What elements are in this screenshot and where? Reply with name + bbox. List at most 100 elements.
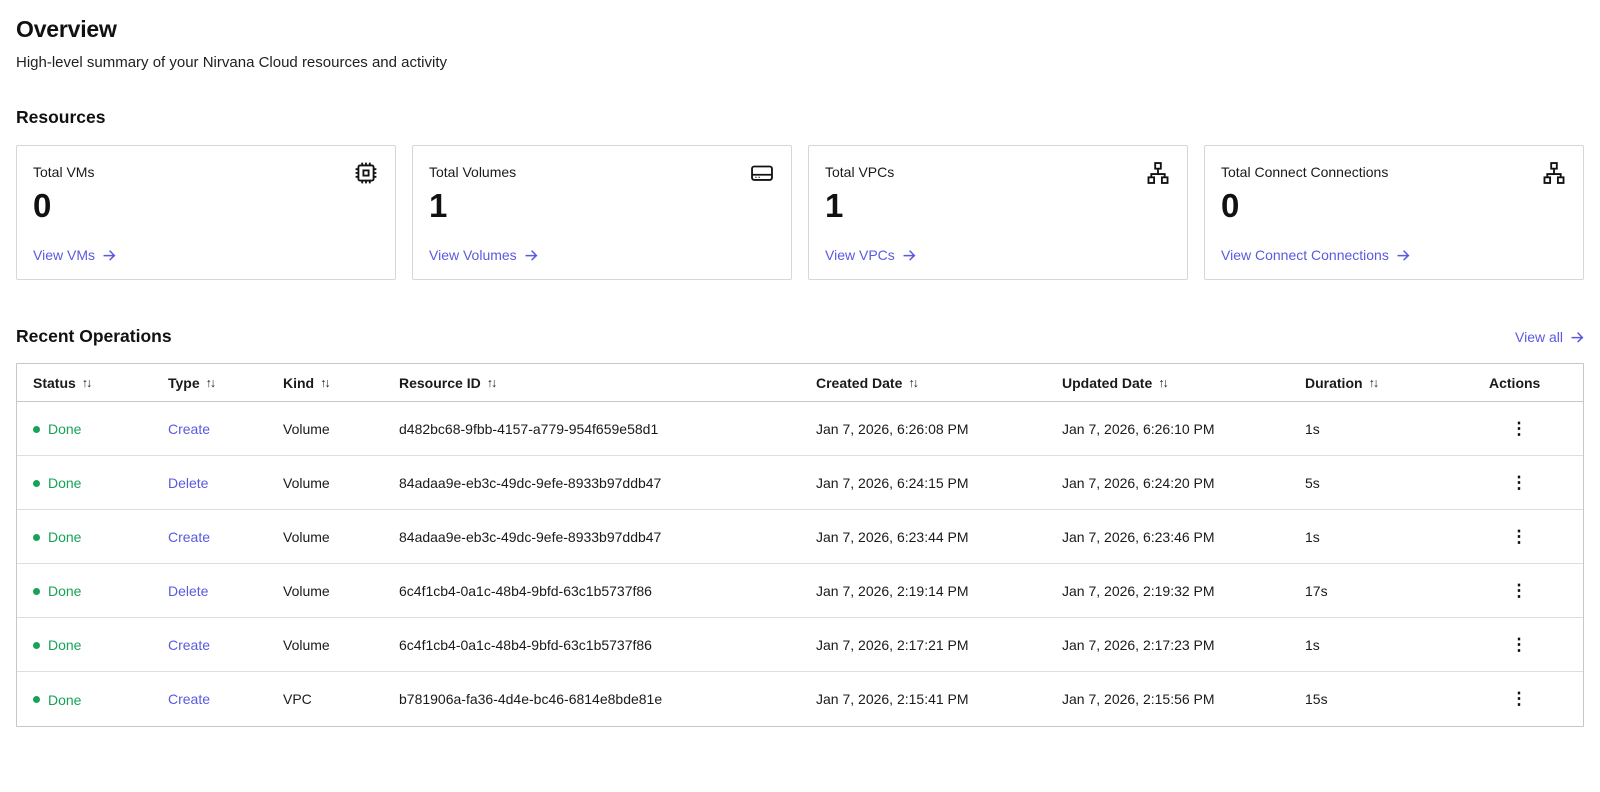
actions-cell: ⋮: [1489, 417, 1583, 441]
table-row: Done Create Volume d482bc68-9fbb-4157-a7…: [17, 402, 1583, 456]
card-value: 0: [33, 188, 379, 224]
kebab-icon: ⋮: [1511, 525, 1528, 549]
resource-cards: Total VMs 0 View VMs Total Volumes: [16, 145, 1584, 280]
actions-cell: ⋮: [1489, 687, 1583, 711]
row-actions-button[interactable]: ⋮: [1507, 471, 1531, 495]
column-header-status[interactable]: Status↑↓: [33, 375, 158, 391]
row-actions-button[interactable]: ⋮: [1507, 417, 1531, 441]
view-all-link-label: View all: [1515, 329, 1563, 345]
duration-cell: 1s: [1305, 529, 1489, 545]
status-dot-icon: [33, 480, 40, 487]
chip-icon: [353, 160, 379, 186]
table-row: Done Create Volume 6c4f1cb4-0a1c-48b4-9b…: [17, 618, 1583, 672]
kind-cell: Volume: [283, 529, 399, 545]
status-badge: Done: [33, 583, 81, 599]
resources-heading: Resources: [16, 107, 1584, 128]
status-label: Done: [48, 637, 81, 653]
created-date-cell: Jan 7, 2026, 6:24:15 PM: [816, 475, 1062, 491]
arrow-right-icon: [524, 248, 538, 262]
status-dot-icon: [33, 426, 40, 433]
duration-cell: 1s: [1305, 637, 1489, 653]
kind-cell: Volume: [283, 421, 399, 437]
view-all-link[interactable]: View all: [1515, 329, 1584, 345]
updated-date-cell: Jan 7, 2026, 6:24:20 PM: [1062, 475, 1305, 491]
sort-icon: ↑↓: [487, 376, 496, 390]
card-label: Total Connect Connections: [1221, 160, 1388, 180]
status-badge: Done: [33, 421, 81, 437]
network-icon: [1145, 160, 1171, 186]
sort-icon: ↑↓: [206, 376, 215, 390]
status-cell: Done: [17, 528, 168, 546]
column-header-created-date[interactable]: Created Date↑↓: [816, 375, 1052, 391]
status-label: Done: [48, 529, 81, 545]
column-header-duration[interactable]: Duration↑↓: [1305, 375, 1479, 391]
row-actions-button[interactable]: ⋮: [1507, 525, 1531, 549]
status-dot-icon: [33, 642, 40, 649]
table-row: Done Create Volume 84adaa9e-eb3c-49dc-9e…: [17, 510, 1583, 564]
view-vms-link-label: View VMs: [33, 247, 95, 263]
column-header-updated-date[interactable]: Updated Date↑↓: [1062, 375, 1295, 391]
status-cell: Done: [17, 582, 168, 600]
column-header-type[interactable]: Type↑↓: [168, 375, 273, 391]
status-cell: Done: [17, 690, 168, 708]
view-connect-connections-link-label: View Connect Connections: [1221, 247, 1389, 263]
kebab-icon: ⋮: [1511, 633, 1528, 657]
operation-type-link[interactable]: Delete: [168, 475, 208, 491]
created-date-cell: Jan 7, 2026, 2:15:41 PM: [816, 691, 1062, 707]
row-actions-button[interactable]: ⋮: [1507, 687, 1531, 711]
resource-id-cell: b781906a-fa36-4d4e-bc46-6814e8bde81e: [399, 691, 816, 707]
table-row: Done Create VPC b781906a-fa36-4d4e-bc46-…: [17, 672, 1583, 726]
card-value: 1: [825, 188, 1171, 224]
resource-id-cell: 6c4f1cb4-0a1c-48b4-9bfd-63c1b5737f86: [399, 583, 816, 599]
column-header-resource-id[interactable]: Resource ID↑↓: [399, 375, 806, 391]
operation-type-link[interactable]: Create: [168, 421, 210, 437]
arrow-right-icon: [102, 248, 116, 262]
actions-cell: ⋮: [1489, 633, 1583, 657]
status-dot-icon: [33, 588, 40, 595]
created-date-cell: Jan 7, 2026, 6:26:08 PM: [816, 421, 1062, 437]
view-vpcs-link[interactable]: View VPCs: [825, 247, 916, 263]
operation-type-link[interactable]: Delete: [168, 583, 208, 599]
view-volumes-link[interactable]: View Volumes: [429, 247, 538, 263]
card-total-volumes: Total Volumes 1 View Volumes: [412, 145, 792, 280]
column-header-kind[interactable]: Kind↑↓: [283, 375, 389, 391]
duration-cell: 5s: [1305, 475, 1489, 491]
operation-type-link[interactable]: Create: [168, 529, 210, 545]
arrow-right-icon: [902, 248, 916, 262]
sort-icon: ↑↓: [908, 376, 917, 390]
operation-type-link[interactable]: Create: [168, 691, 210, 707]
view-connect-connections-link[interactable]: View Connect Connections: [1221, 247, 1410, 263]
status-cell: Done: [17, 420, 168, 438]
card-total-vms: Total VMs 0 View VMs: [16, 145, 396, 280]
row-actions-button[interactable]: ⋮: [1507, 579, 1531, 603]
status-label: Done: [48, 421, 81, 437]
kebab-icon: ⋮: [1511, 687, 1528, 711]
created-date-cell: Jan 7, 2026, 2:17:21 PM: [816, 637, 1062, 653]
sort-icon: ↑↓: [320, 376, 329, 390]
view-vms-link[interactable]: View VMs: [33, 247, 116, 263]
kebab-icon: ⋮: [1511, 417, 1528, 441]
status-badge: Done: [33, 529, 81, 545]
kind-cell: Volume: [283, 637, 399, 653]
row-actions-button[interactable]: ⋮: [1507, 633, 1531, 657]
sort-icon: ↑↓: [82, 376, 91, 390]
duration-cell: 15s: [1305, 691, 1489, 707]
status-dot-icon: [33, 696, 40, 703]
duration-cell: 17s: [1305, 583, 1489, 599]
card-label: Total VPCs: [825, 160, 894, 180]
kebab-icon: ⋮: [1511, 471, 1528, 495]
sort-icon: ↑↓: [1369, 376, 1378, 390]
card-total-connect-connections: Total Connect Connections 0 View Connect…: [1204, 145, 1584, 280]
recent-operations-header: Recent Operations View all: [16, 326, 1584, 347]
arrow-right-icon: [1396, 248, 1410, 262]
resource-id-cell: d482bc68-9fbb-4157-a779-954f659e58d1: [399, 421, 816, 437]
kind-cell: VPC: [283, 691, 399, 707]
status-label: Done: [48, 692, 81, 708]
operation-type-link[interactable]: Create: [168, 637, 210, 653]
status-badge: Done: [33, 692, 81, 708]
resource-id-cell: 6c4f1cb4-0a1c-48b4-9bfd-63c1b5737f86: [399, 637, 816, 653]
table-body: Done Create Volume d482bc68-9fbb-4157-a7…: [17, 402, 1583, 726]
status-badge: Done: [33, 637, 81, 653]
card-value: 0: [1221, 188, 1567, 224]
kind-cell: Volume: [283, 583, 399, 599]
